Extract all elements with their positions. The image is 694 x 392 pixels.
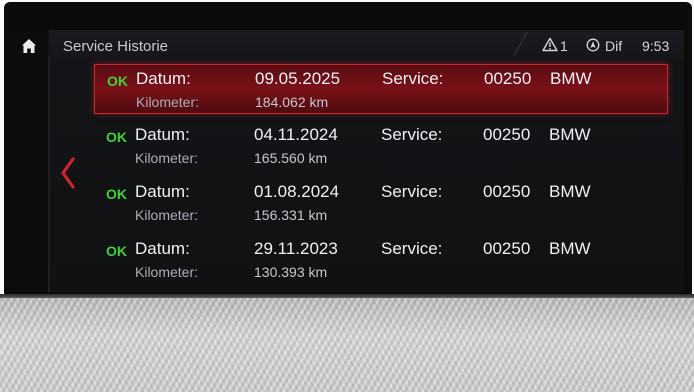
chevron-left-icon[interactable] <box>58 156 78 190</box>
carbon-dashboard-trim <box>0 298 694 392</box>
service-entry-row[interactable]: OK Datum: 29.11.2023 Service: 00250 BMW … <box>94 235 668 285</box>
kilometer-label: Kilometer: <box>135 207 199 223</box>
service-brand: BMW <box>550 69 592 88</box>
service-code: 00250 <box>484 69 532 88</box>
kilometer-label: Kilometer: <box>136 94 200 110</box>
service-label: Service: <box>381 125 443 144</box>
kilometer-value: 184.062 km <box>255 94 329 110</box>
page-title: Service Historie <box>63 38 169 55</box>
navigation-destination: Dif <box>605 38 623 54</box>
home-strip <box>10 30 48 292</box>
service-brand: BMW <box>549 182 591 201</box>
navigation-compass-icon[interactable] <box>586 38 600 52</box>
ok-status-badge: OK <box>106 186 127 202</box>
sidebar-divider <box>48 56 50 292</box>
service-label: Service: <box>381 182 443 201</box>
service-date: 29.11.2023 <box>254 239 338 258</box>
date-label: Datum: <box>135 182 190 201</box>
service-date: 09.05.2025 <box>255 69 341 88</box>
kilometer-label: Kilometer: <box>135 264 199 280</box>
date-label: Datum: <box>135 239 190 258</box>
kilometer-value: 130.393 km <box>254 264 328 280</box>
date-label: Datum: <box>136 69 191 88</box>
ok-status-badge: OK <box>106 129 127 145</box>
warning-triangle-icon[interactable] <box>542 37 558 52</box>
warning-count: 1 <box>560 38 568 54</box>
service-brand: BMW <box>549 239 591 258</box>
home-icon[interactable] <box>20 37 38 55</box>
kilometer-value: 156.331 km <box>254 207 328 223</box>
clock: 9:53 <box>642 38 670 54</box>
kilometer-value: 165.560 km <box>254 150 328 166</box>
service-label: Service: <box>382 69 444 88</box>
service-entry-row[interactable]: OK Datum: 04.11.2024 Service: 00250 BMW … <box>94 121 668 171</box>
service-date: 04.11.2024 <box>254 125 338 144</box>
service-code: 00250 <box>483 125 531 144</box>
kilometer-label: Kilometer: <box>135 150 199 166</box>
service-entry-row[interactable]: OK Datum: 01.08.2024 Service: 00250 BMW … <box>94 178 668 228</box>
service-code: 00250 <box>483 182 531 201</box>
date-label: Datum: <box>135 125 190 144</box>
ok-status-badge: OK <box>107 73 128 89</box>
service-date: 01.08.2024 <box>254 182 340 201</box>
ok-status-badge: OK <box>106 243 127 259</box>
service-entry-row[interactable]: OK Datum: 09.05.2025 Service: 00250 BMW … <box>94 64 668 114</box>
service-code: 00250 <box>483 239 531 258</box>
service-brand: BMW <box>549 125 591 144</box>
service-label: Service: <box>381 239 443 258</box>
